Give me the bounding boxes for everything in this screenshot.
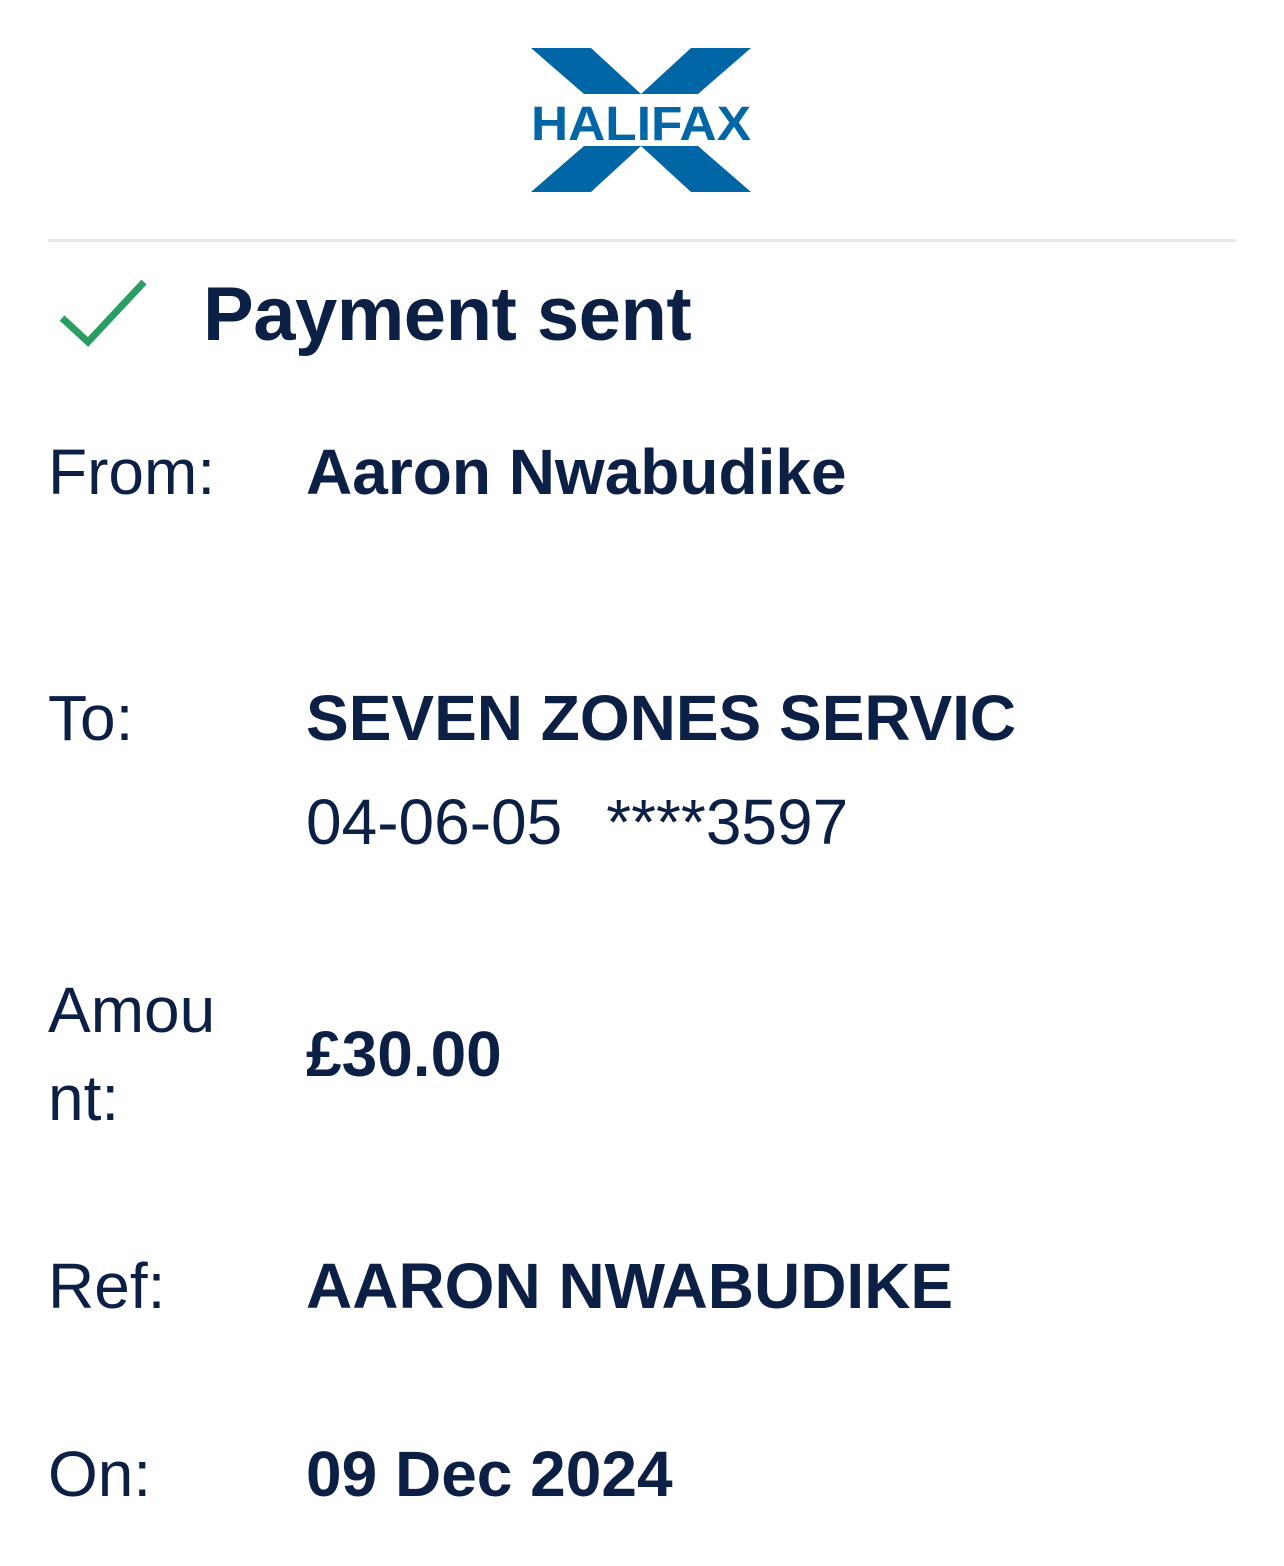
- date-label: On:: [48, 1438, 152, 1510]
- header-divider: [48, 239, 1236, 242]
- date-value: 09 Dec 2024: [306, 1438, 673, 1510]
- amount-value: £30.00: [306, 1018, 502, 1090]
- ref-value: AARON NWABUDIKE: [306, 1250, 954, 1322]
- status-title: Payment sent: [203, 272, 692, 357]
- payment-status: Payment sent: [48, 262, 1236, 362]
- from-value: Aaron Nwabudike: [306, 436, 847, 508]
- payee-account-details: 04-06-05 ****3597: [306, 778, 848, 866]
- account-number: ****3597: [606, 786, 849, 858]
- halifax-logo: HALIFAX: [528, 46, 754, 194]
- to-value: SEVEN ZONES SERVIC: [306, 682, 1017, 754]
- to-label: To:: [48, 682, 134, 754]
- from-label: From:: [48, 436, 216, 508]
- halifax-x-icon: HALIFAX: [531, 48, 751, 192]
- checkmark-icon: [59, 279, 147, 347]
- brand-wordmark: HALIFAX: [531, 98, 751, 151]
- amount-label: Amount:: [48, 974, 216, 1134]
- ref-label: Ref:: [48, 1250, 166, 1322]
- sort-code: 04-06-05: [306, 786, 563, 858]
